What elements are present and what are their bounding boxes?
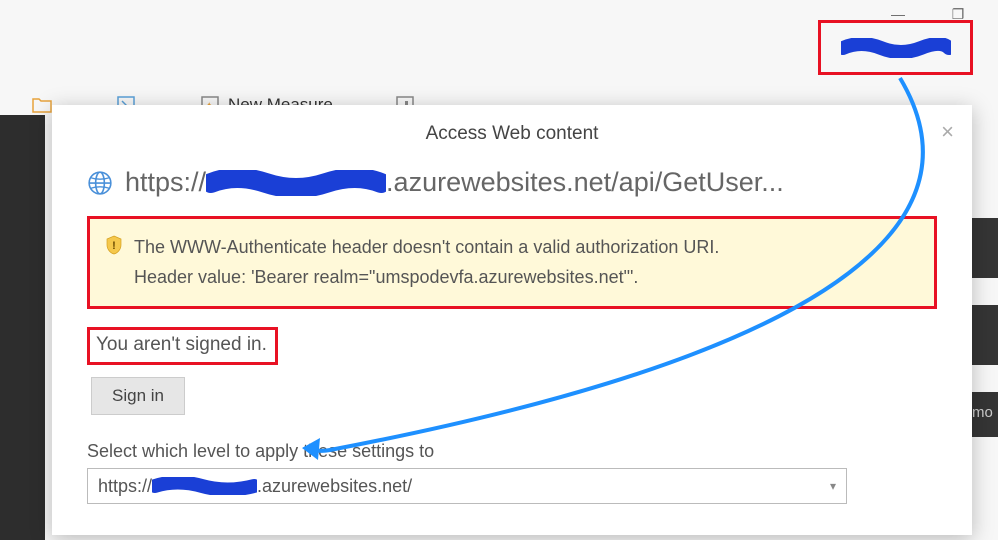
globe-icon xyxy=(87,170,113,196)
warning-line-2: Header value: 'Bearer realm="umspodevfa.… xyxy=(134,263,719,293)
url-prefix: https:// xyxy=(125,167,206,198)
dropdown-caret-icon: ▾ xyxy=(830,479,836,493)
select-suffix: .azurewebsites.net/ xyxy=(257,476,412,497)
redaction-scribble xyxy=(206,170,386,196)
select-prefix: https:// xyxy=(98,476,152,497)
dialog-title: Access Web content xyxy=(52,105,972,155)
right-panel-block xyxy=(968,218,998,278)
folder-icon xyxy=(30,93,54,117)
redaction-scribble xyxy=(152,477,257,495)
access-web-content-dialog: × Access Web content https:// .azurewebs… xyxy=(52,105,972,535)
level-select-dropdown[interactable]: https:// .azurewebsites.net/ ▾ xyxy=(87,468,847,504)
level-select-label: Select which level to apply these settin… xyxy=(87,441,937,462)
svg-text:!: ! xyxy=(112,240,116,252)
warning-banner: ! The WWW-Authenticate header doesn't co… xyxy=(87,216,937,309)
signed-out-message: You aren't signed in. xyxy=(96,334,267,355)
left-panel xyxy=(0,115,45,540)
signin-status-annotation: You aren't signed in. xyxy=(87,327,278,365)
right-panel-fragment: mo xyxy=(968,392,998,437)
url-suffix: .azurewebsites.net/api/GetUser... xyxy=(386,167,784,198)
warning-line-1: The WWW-Authenticate header doesn't cont… xyxy=(134,233,719,263)
warning-shield-icon: ! xyxy=(104,235,124,255)
url-display: https:// .azurewebsites.net/api/GetUser.… xyxy=(52,155,972,208)
ribbon-getdata[interactable] xyxy=(30,93,54,117)
signin-button[interactable]: Sign in xyxy=(91,377,185,415)
account-display[interactable] xyxy=(818,20,973,75)
redaction-scribble xyxy=(841,38,951,58)
right-panel-block xyxy=(968,305,998,365)
close-icon[interactable]: × xyxy=(941,119,954,145)
